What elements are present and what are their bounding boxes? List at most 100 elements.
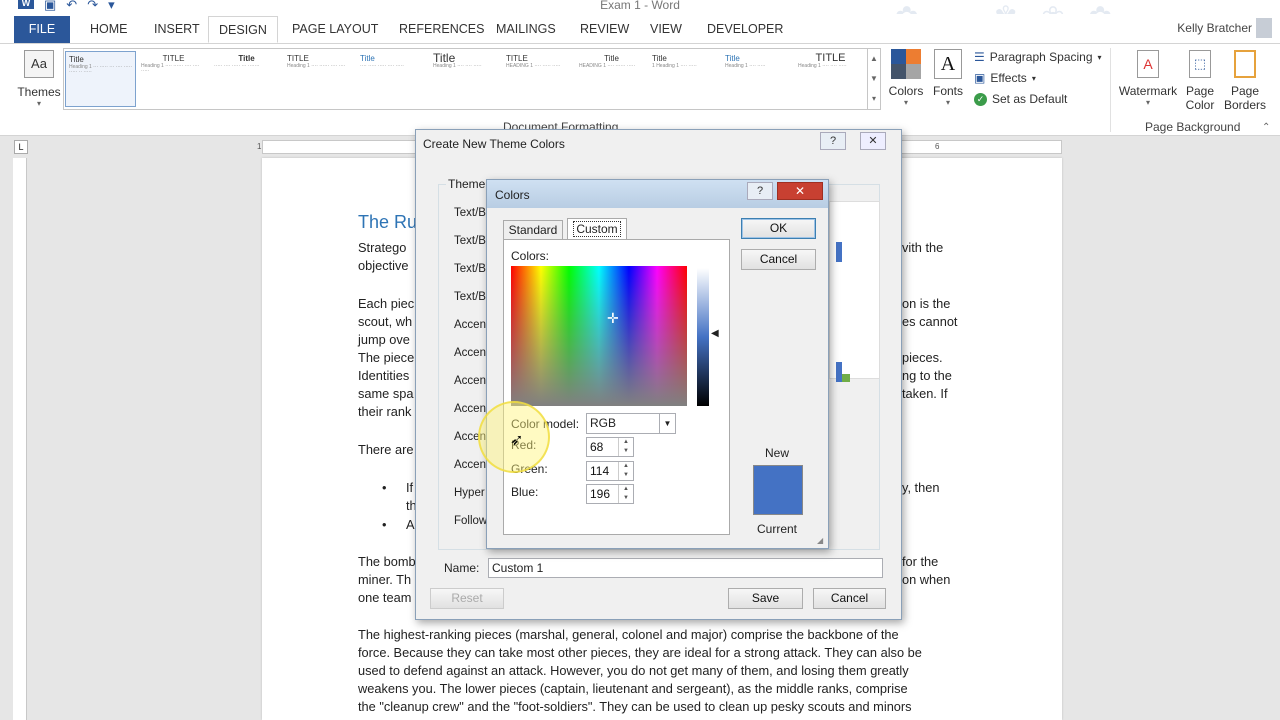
effects-button[interactable]: ▣ Effects ▾ (974, 71, 1102, 85)
checkmark-icon: ✓ (974, 92, 987, 106)
watermark-button[interactable]: A Watermark ▾ (1117, 50, 1179, 107)
chevron-down-icon: ▾ (945, 98, 950, 107)
theme-row-label: Accen (454, 319, 486, 331)
vertical-ruler[interactable] (13, 158, 27, 720)
style-set-item[interactable]: Title HEADING 1 ···· ······ ····· (576, 51, 647, 107)
document-heading: The Ru (358, 212, 418, 232)
theme-row-label: Text/B (454, 263, 486, 275)
paragraph-spacing-button[interactable]: ☰ Paragraph Spacing ▾ (974, 50, 1102, 64)
set-as-default-label: Set as Default (992, 92, 1068, 106)
style-set-item[interactable]: Title Heading 1 ···· ···· ····· (430, 51, 501, 107)
colors-button[interactable]: Colors ▾ (885, 49, 927, 107)
green-spinner[interactable]: 114 ▲ ▼ (586, 461, 634, 481)
style-set-item[interactable]: TITLE Heading 1 ···· ······ ···· ···· ···… (138, 51, 209, 107)
document-line: used to defend against an attack. Howeve… (358, 663, 909, 678)
crosshair-icon: ✛ (607, 310, 619, 326)
document-line: The highest-ranking pieces (marshal, gen… (358, 627, 899, 642)
collapse-ribbon-icon[interactable]: ⌃ (1262, 122, 1270, 133)
theme-row-label: Hyper (454, 487, 485, 499)
style-set-gallery: Title Heading 1 ··· ····· ··· ···· ····· … (63, 48, 868, 110)
document-line-right: for the (902, 554, 939, 569)
avatar[interactable] (1256, 18, 1272, 38)
customize-qat-icon[interactable]: ▾ (108, 0, 115, 13)
page-borders-button[interactable]: Page Borders (1222, 50, 1268, 112)
tab-standard[interactable]: Standard (503, 220, 563, 240)
style-set-item[interactable]: Title ···· ····· ····· ···· ····· (357, 51, 428, 107)
theme-row-label: Follow (454, 515, 488, 527)
close-button[interactable]: ✕ (860, 132, 886, 150)
redo-icon[interactable]: ↷ (87, 0, 98, 13)
tab-selector[interactable]: L (14, 140, 28, 154)
tab-mailings[interactable]: MAILINGS (494, 16, 558, 43)
tab-home[interactable]: HOME (88, 16, 130, 43)
tab-references[interactable]: REFERENCES (397, 16, 486, 43)
dialog-title: Create New Theme Colors (423, 137, 565, 151)
fonts-button[interactable]: A Fonts ▾ (929, 49, 967, 107)
cancel-button[interactable]: Cancel (813, 588, 886, 609)
color-model-value: RGB (590, 416, 617, 430)
tab-design[interactable]: DESIGN (208, 16, 278, 43)
mouse-pointer-icon: ➶ (510, 432, 524, 449)
tab-page-layout[interactable]: PAGE LAYOUT (290, 16, 380, 43)
save-button[interactable]: Save (728, 588, 803, 609)
page-borders-label: Page (1230, 84, 1260, 98)
document-line: If (406, 480, 414, 495)
tab-custom-label: Custom (573, 221, 621, 237)
tab-review[interactable]: REVIEW (578, 16, 631, 43)
user-name[interactable]: Kelly Bratcher (1177, 21, 1252, 35)
document-line-right: ng to the (902, 368, 952, 383)
document-formatting-commands: ☰ Paragraph Spacing ▾ ▣ Effects ▾ ✓ Set as De… (974, 50, 1102, 106)
style-set-item[interactable]: TITLE HEADING 1 ···· ····· ····· (503, 51, 574, 107)
document-line: objective (358, 258, 409, 273)
themes-label: Themes (17, 85, 61, 99)
theme-row-label: Accen (454, 459, 486, 471)
save-icon[interactable]: ▣ (44, 0, 56, 13)
style-set-item[interactable]: Title 1 Heading 1 ···· ····· (649, 51, 720, 107)
red-spinner[interactable]: 68 ▲ ▼ (586, 437, 634, 457)
tab-insert[interactable]: INSERT (152, 16, 202, 43)
dialog-title: Colors (495, 188, 530, 202)
luminance-slider[interactable] (697, 268, 709, 406)
tab-view[interactable]: VIEW (648, 16, 684, 43)
help-button[interactable]: ? (747, 182, 773, 200)
name-label: Name: (444, 561, 480, 575)
luminance-arrow-icon[interactable]: ◀ (711, 328, 719, 339)
chevron-down-icon: ▾ (1145, 98, 1150, 107)
sample-preview (829, 201, 880, 382)
style-set-item[interactable]: TITLE Heading 1 ···· ···· ····· (795, 51, 866, 107)
cancel-button[interactable]: Cancel (741, 249, 816, 270)
document-line-right: y, then (902, 480, 940, 495)
name-input[interactable]: Custom 1 (488, 558, 883, 578)
reset-button[interactable]: Reset (430, 588, 504, 609)
gallery-scroll[interactable]: ▲ ▼ ▾ (867, 48, 881, 110)
help-button[interactable]: ? (820, 132, 846, 150)
style-set-item[interactable]: Title Heading 1 ··· ····· ··· ···· ····· … (65, 51, 137, 107)
style-set-item[interactable]: Title Heading 1 ···· ····· (722, 51, 793, 107)
group-separator (1110, 48, 1111, 132)
style-set-item[interactable]: TITLE Heading 1 ···· ······ ···· ···· (284, 51, 355, 107)
set-as-default-button[interactable]: ✓ Set as Default (974, 92, 1102, 106)
spinner-arrows-icon[interactable]: ▲ ▼ (618, 438, 633, 456)
document-line: miner. Th (358, 572, 412, 587)
spinner-arrows-icon[interactable]: ▲ ▼ (618, 485, 633, 503)
tab-developer[interactable]: DEVELOPER (705, 16, 785, 43)
style-set-item[interactable]: Title ····· ···· ····· ··· ······· (211, 51, 282, 107)
page-color-button[interactable]: ⬚ Page Color (1180, 50, 1220, 112)
themes-button[interactable]: Aa Themes ▾ (17, 50, 61, 108)
chevron-down-icon: ▾ (36, 99, 41, 108)
close-button[interactable]: ✕ (777, 182, 823, 200)
tab-file[interactable]: FILE (14, 16, 70, 43)
spinner-arrows-icon[interactable]: ▲ ▼ (618, 462, 633, 480)
page-color-icon: ⬚ (1189, 50, 1211, 78)
undo-icon[interactable]: ↶ (66, 0, 77, 13)
color-model-select[interactable]: RGB ▼ (586, 413, 676, 434)
effects-label: Effects (990, 71, 1027, 85)
document-line-right: on is the (902, 296, 951, 311)
page-color-label: Page (1185, 84, 1215, 98)
ok-button[interactable]: OK (741, 218, 816, 239)
blue-spinner[interactable]: 196 ▲ ▼ (586, 484, 634, 504)
color-spectrum[interactable]: ✛ (511, 266, 687, 406)
tab-custom[interactable]: Custom (567, 218, 627, 240)
new-color-swatch (753, 465, 803, 515)
resize-grip-icon[interactable]: ◢ (817, 536, 823, 545)
